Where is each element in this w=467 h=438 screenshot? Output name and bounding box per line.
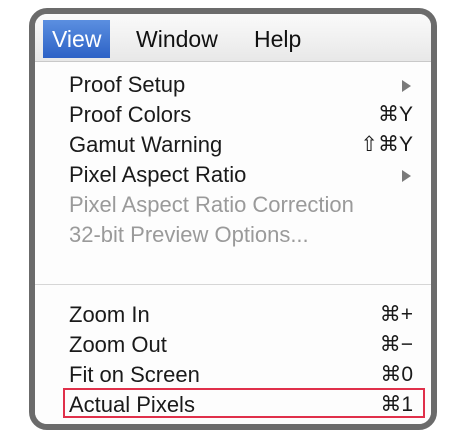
menu-item-shortcut: ⌘−: [379, 333, 413, 356]
submenu-arrow-icon: [402, 80, 411, 92]
menu-item-label: Actual Pixels: [69, 392, 195, 417]
menu-item-proof-setup[interactable]: Proof Setup: [69, 70, 413, 100]
menu-item-gamut-warning[interactable]: Gamut Warning ⇧⌘Y: [69, 130, 413, 160]
menu-item-zoom-out[interactable]: Zoom Out ⌘−: [69, 330, 413, 360]
view-menu-dropdown: Proof Setup Proof Colors ⌘Y Gamut Warnin…: [35, 62, 431, 424]
menu-bar: View Window Help: [35, 14, 431, 62]
menu-item-actual-pixels[interactable]: Actual Pixels ⌘1: [63, 388, 425, 420]
menu-item-shortcut: ⌘Y: [377, 103, 413, 126]
menu-item-label: 32-bit Preview Options...: [69, 222, 309, 247]
menu-item-proof-colors[interactable]: Proof Colors ⌘Y: [69, 100, 413, 130]
submenu-arrow-icon: [402, 170, 411, 182]
menu-item-label: Zoom In: [69, 302, 150, 327]
menu-item-shortcut: ⌘1: [380, 393, 413, 416]
menu-item-shortcut: ⇧⌘Y: [360, 133, 413, 156]
menu-item-fit-on-screen[interactable]: Fit on Screen ⌘0: [69, 360, 413, 390]
menu-item-label: Fit on Screen: [69, 362, 200, 387]
menu-item-label: Proof Colors: [69, 102, 192, 127]
menubar-help[interactable]: Help: [245, 23, 310, 55]
menu-separator: [35, 284, 431, 285]
menu-item-pixel-aspect-ratio-correction: Pixel Aspect Ratio Correction: [69, 190, 413, 220]
menu-item-32bit-preview-options: 32-bit Preview Options...: [69, 220, 413, 250]
menu-item-shortcut: ⌘0: [380, 363, 413, 386]
menu-item-label: Zoom Out: [69, 332, 167, 357]
menu-window-frame: View Window Help Proof Setup Proof Color…: [29, 8, 437, 430]
menu-item-pixel-aspect-ratio[interactable]: Pixel Aspect Ratio: [69, 160, 413, 190]
menu-item-shortcut: ⌘+: [379, 303, 413, 326]
menu-item-label: Pixel Aspect Ratio: [69, 162, 247, 187]
menu-item-zoom-in[interactable]: Zoom In ⌘+: [69, 300, 413, 330]
menubar-window[interactable]: Window: [127, 23, 227, 55]
menubar-view[interactable]: View: [43, 20, 111, 58]
menu-item-label: Proof Setup: [69, 72, 186, 97]
menu-item-label: Gamut Warning: [69, 132, 223, 157]
menu-item-label: Pixel Aspect Ratio Correction: [69, 192, 354, 217]
